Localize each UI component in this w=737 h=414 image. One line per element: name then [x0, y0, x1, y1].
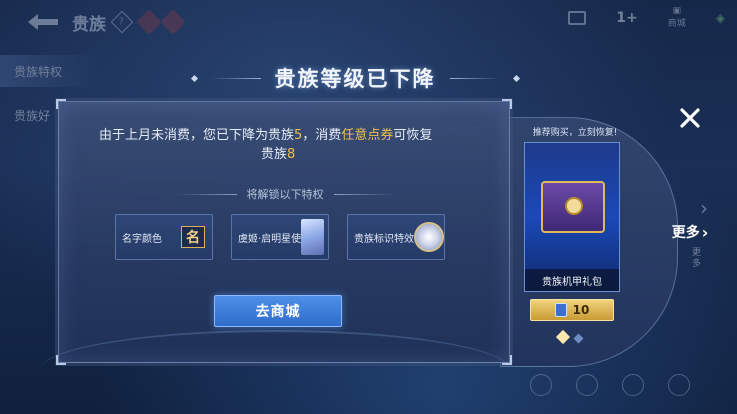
more-button[interactable]: 更多 ›	[666, 221, 714, 243]
top-title: 贵族	[72, 14, 106, 35]
glow-decoration	[40, 330, 510, 410]
promo-text: 推荐购买，立刻恢复!	[532, 128, 618, 138]
privileges-heading: 将解锁以下特权	[59, 186, 511, 202]
bottom-nav-icons	[530, 374, 690, 396]
sidebar-item-label: 贵族特权	[14, 64, 63, 79]
message-text: ，消费	[302, 128, 342, 143]
skin-portrait-icon	[301, 219, 324, 255]
back-button[interactable]	[24, 11, 64, 33]
treasure-chest-icon	[541, 181, 605, 233]
divider	[449, 77, 500, 79]
help-icon: ?	[119, 16, 125, 28]
section-label: 将解锁以下特权	[246, 188, 324, 201]
message-text: 由于上月未消费，您已下降为贵族	[99, 128, 295, 143]
divider	[176, 193, 237, 195]
gift-name: 贵族机甲礼包	[525, 269, 619, 291]
name-glyph: 名	[181, 226, 205, 248]
diamond-icon	[512, 74, 520, 82]
message-text: 贵族	[261, 147, 288, 162]
help-button[interactable]: ?	[110, 10, 134, 34]
more-label: 更多	[671, 225, 700, 241]
restore-level: 8	[287, 147, 296, 162]
go-to-shop-button[interactable]: 去商城	[214, 295, 342, 327]
voucher-icon	[554, 303, 567, 317]
store-label: 商城	[667, 19, 686, 29]
buy-price-button[interactable]: 10	[530, 299, 614, 321]
mail-icon[interactable]	[568, 10, 587, 25]
nav-icon[interactable]	[530, 374, 552, 396]
top-right-tools: 1+ ▣ 商城 ◈	[568, 6, 725, 29]
chevron-right-icon: ›	[701, 222, 709, 242]
wifi-icon: ◈	[715, 10, 725, 25]
privilege-label: 虞姬·启明星使	[238, 233, 302, 245]
sidebar-item-privileges[interactable]: 贵族特权	[0, 55, 100, 87]
price-value: 10	[572, 303, 590, 317]
privilege-card-emblem[interactable]: 贵族标识特效	[347, 214, 445, 260]
store-button[interactable]: ▣ 商城	[668, 6, 686, 29]
close-icon	[680, 108, 700, 128]
nav-icon[interactable]	[622, 374, 644, 396]
divider	[333, 193, 394, 195]
downgrade-message: 由于上月未消费，您已下降为贵族5，消费任意点券可恢复 贵族8	[99, 126, 479, 164]
privilege-card-skin[interactable]: 虞姬·启明星使	[231, 214, 329, 260]
modal-header: 贵族等级已下降	[175, 60, 535, 96]
nav-icon[interactable]	[576, 374, 598, 396]
close-button[interactable]	[676, 104, 704, 132]
message-line2: 贵族8	[99, 145, 479, 164]
privileges-list: 名字颜色 名 虞姬·启明星使 贵族标识特效	[115, 214, 445, 260]
divider	[210, 77, 261, 79]
privilege-card-name-color[interactable]: 名字颜色 名	[115, 214, 213, 260]
diamond-icon	[190, 74, 198, 82]
back-arrow-icon	[28, 14, 58, 30]
name-color-icon: 名	[178, 222, 208, 252]
highlight-term: 任意点券	[341, 128, 394, 143]
corner-ornament	[56, 99, 66, 109]
corner-ornament	[502, 99, 512, 109]
modal-title: 贵族等级已下降	[274, 67, 436, 91]
decor-icons	[136, 9, 186, 35]
side-more-label: 更多	[692, 248, 702, 269]
currency-count: 1+	[616, 9, 638, 26]
privilege-label: 贵族标识特效	[354, 233, 414, 245]
message-text: 可恢复	[393, 128, 433, 143]
privilege-label: 名字颜色	[122, 233, 162, 245]
noble-emblem-icon	[414, 222, 444, 252]
gift-card[interactable]: 贵族机甲礼包	[524, 142, 620, 292]
lock-icon	[565, 197, 583, 215]
sidebar-item-label: 贵族好	[14, 108, 51, 123]
nav-icon[interactable]	[668, 374, 690, 396]
modal-panel: 由于上月未消费，您已下降为贵族5，消费任意点券可恢复 贵族8 将解锁以下特权 名…	[56, 99, 512, 365]
chevron-right-icon: ›	[700, 196, 708, 220]
badge-icon	[136, 9, 162, 35]
badge-icon	[160, 9, 186, 35]
